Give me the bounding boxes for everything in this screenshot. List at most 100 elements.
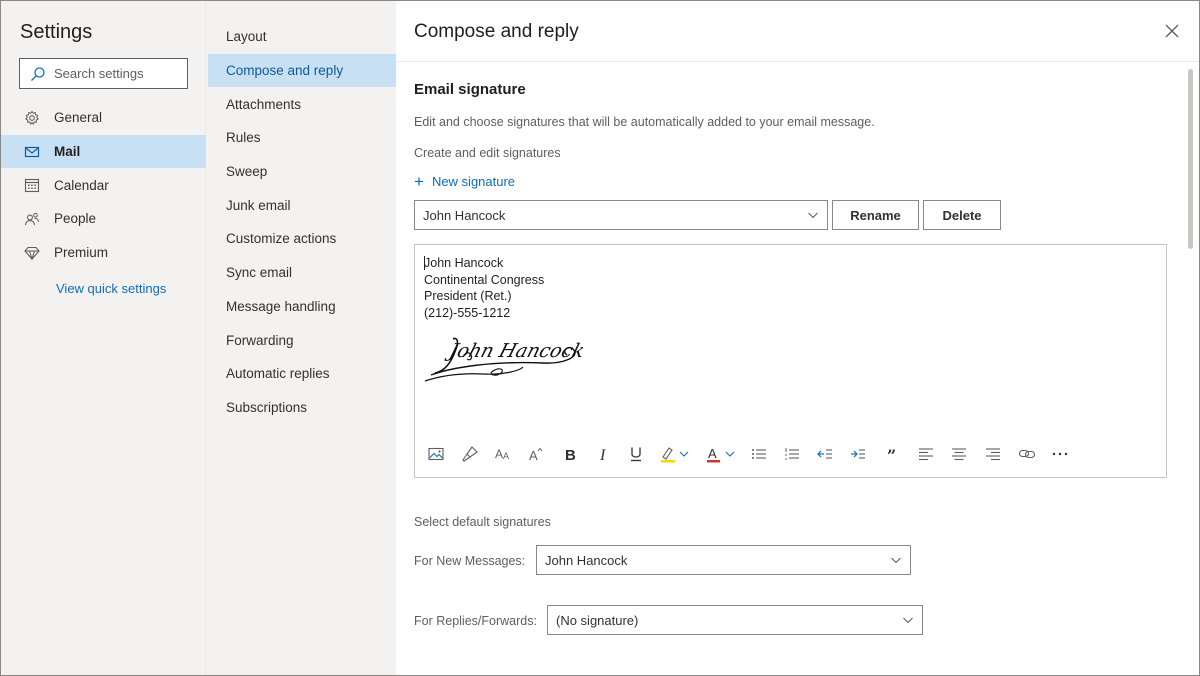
- settings-category-pane: Settings Search settings General Mail Ca…: [1, 1, 206, 675]
- nav-compose-and-reply[interactable]: Compose and reply: [208, 53, 396, 88]
- numbering-icon: [785, 448, 799, 460]
- new-messages-signature-value: John Hancock: [545, 552, 628, 568]
- signature-line: President (Ret.): [424, 289, 512, 303]
- highlight-button[interactable]: [659, 443, 693, 465]
- align-right-button[interactable]: [982, 443, 1004, 465]
- view-quick-settings-link[interactable]: View quick settings: [56, 281, 166, 296]
- nav-automatic-replies[interactable]: Automatic replies: [208, 357, 396, 391]
- signature-editor[interactable]: John Hancock Continental Congress Presid…: [414, 244, 1167, 478]
- search-icon: [31, 66, 45, 81]
- settings-window: Settings Search settings General Mail Ca…: [0, 0, 1200, 676]
- font-size-button[interactable]: A A: [492, 443, 514, 465]
- calendar-icon: [24, 179, 40, 193]
- svg-text:A: A: [503, 451, 509, 461]
- email-signature-heading: Email signature: [414, 81, 526, 98]
- new-messages-label: For New Messages:: [414, 554, 526, 568]
- close-button[interactable]: [1162, 21, 1182, 41]
- svg-text:A: A: [495, 447, 503, 461]
- category-general[interactable]: General: [1, 101, 206, 135]
- replies-forwards-signature-value: (No signature): [556, 612, 639, 628]
- rename-button[interactable]: Rename: [832, 200, 919, 230]
- category-mail[interactable]: Mail: [1, 134, 206, 169]
- decrease-indent-button[interactable]: [814, 443, 836, 465]
- italic-button[interactable]: I: [592, 443, 614, 465]
- signature-body[interactable]: John Hancock Continental Congress Presid…: [424, 255, 544, 321]
- signature-image-lettering: John Hancock: [443, 339, 583, 362]
- signature-select[interactable]: John Hancock: [414, 200, 828, 230]
- quote-button[interactable]: ”: [881, 443, 903, 465]
- svg-text:”: ”: [887, 446, 896, 463]
- increase-indent-icon: [851, 449, 865, 459]
- handwritten-signature-image[interactable]: John Hancock: [423, 327, 583, 385]
- svg-text:I: I: [599, 447, 606, 463]
- insert-link-button[interactable]: [1016, 443, 1038, 465]
- nav-sync-email[interactable]: Sync email: [208, 256, 396, 290]
- new-messages-signature-select[interactable]: John Hancock: [536, 545, 911, 575]
- nav-junk-email[interactable]: Junk email: [208, 188, 396, 222]
- mail-settings-nav: Layout Compose and reply Attachments Rul…: [206, 1, 396, 675]
- svg-text:A: A: [529, 448, 538, 463]
- insert-picture-button[interactable]: [425, 443, 447, 465]
- nav-sweep[interactable]: Sweep: [208, 155, 396, 189]
- settings-title: Settings: [20, 21, 93, 43]
- underline-icon: [631, 447, 641, 462]
- mail-icon: [24, 146, 40, 157]
- align-right-icon: [986, 448, 1000, 461]
- highlight-icon: [661, 447, 689, 463]
- new-signature-button[interactable]: + New signature: [414, 173, 515, 190]
- signature-line: John Hancock: [424, 256, 504, 270]
- bullets-icon: [752, 449, 766, 459]
- category-label: People: [54, 211, 97, 227]
- category-label: General: [54, 110, 103, 126]
- underline-button[interactable]: [625, 443, 647, 465]
- nav-rules[interactable]: Rules: [208, 121, 396, 155]
- category-people[interactable]: People: [1, 202, 206, 236]
- link-icon: [1018, 449, 1036, 459]
- chevron-down-icon: [891, 557, 901, 564]
- header-divider: [396, 61, 1199, 62]
- bold-button[interactable]: B: [559, 443, 581, 465]
- insert-picture-icon: [428, 447, 444, 461]
- decrease-indent-icon: [817, 449, 832, 459]
- nav-subscriptions[interactable]: Subscriptions: [208, 391, 396, 425]
- format-painter-icon: [462, 446, 478, 462]
- align-center-icon: [952, 448, 966, 461]
- italic-icon: I: [599, 447, 606, 463]
- format-painter-button[interactable]: [459, 443, 481, 465]
- nav-forwarding[interactable]: Forwarding: [208, 323, 396, 357]
- category-premium[interactable]: Premium: [1, 236, 206, 270]
- default-signatures-heading: Select default signatures: [414, 515, 551, 529]
- align-left-button[interactable]: [915, 443, 937, 465]
- create-signatures-label: Create and edit signatures: [414, 146, 561, 160]
- align-center-button[interactable]: [948, 443, 970, 465]
- delete-button[interactable]: Delete: [923, 200, 1001, 230]
- more-options-icon: [1052, 452, 1068, 456]
- close-icon: [1165, 24, 1179, 38]
- font-size-icon: A A: [495, 447, 509, 461]
- search-placeholder: Search settings: [54, 66, 144, 81]
- settings-category-list: General Mail Calendar People Premium: [1, 101, 206, 269]
- replies-forwards-signature-select[interactable]: (No signature): [547, 605, 923, 635]
- bullets-button[interactable]: [748, 443, 770, 465]
- nav-customize-actions[interactable]: Customize actions: [208, 222, 396, 256]
- grow-font-icon: A: [529, 447, 543, 463]
- gear-icon: [25, 110, 39, 125]
- nav-layout[interactable]: Layout: [208, 20, 396, 54]
- chevron-down-icon: [903, 617, 913, 624]
- increase-indent-button[interactable]: [847, 443, 869, 465]
- signature-select-value: John Hancock: [423, 207, 506, 223]
- font-color-button[interactable]: A: [705, 443, 739, 465]
- category-calendar[interactable]: Calendar: [1, 168, 206, 202]
- email-signature-description: Edit and choose signatures that will be …: [414, 115, 875, 129]
- mail-settings-list: Layout Compose and reply Attachments Rul…: [208, 20, 396, 424]
- quote-icon: ”: [887, 446, 896, 463]
- nav-message-handling[interactable]: Message handling: [208, 290, 396, 324]
- numbering-button[interactable]: [781, 443, 803, 465]
- plus-icon: +: [414, 172, 424, 191]
- nav-attachments[interactable]: Attachments: [208, 87, 396, 121]
- scrollbar-thumb[interactable]: [1188, 69, 1193, 249]
- more-options-button[interactable]: [1049, 443, 1071, 465]
- compose-reply-panel: Compose and reply Email signature Edit a…: [396, 1, 1199, 675]
- grow-font-button[interactable]: A: [525, 443, 547, 465]
- search-settings-input[interactable]: Search settings: [19, 58, 188, 89]
